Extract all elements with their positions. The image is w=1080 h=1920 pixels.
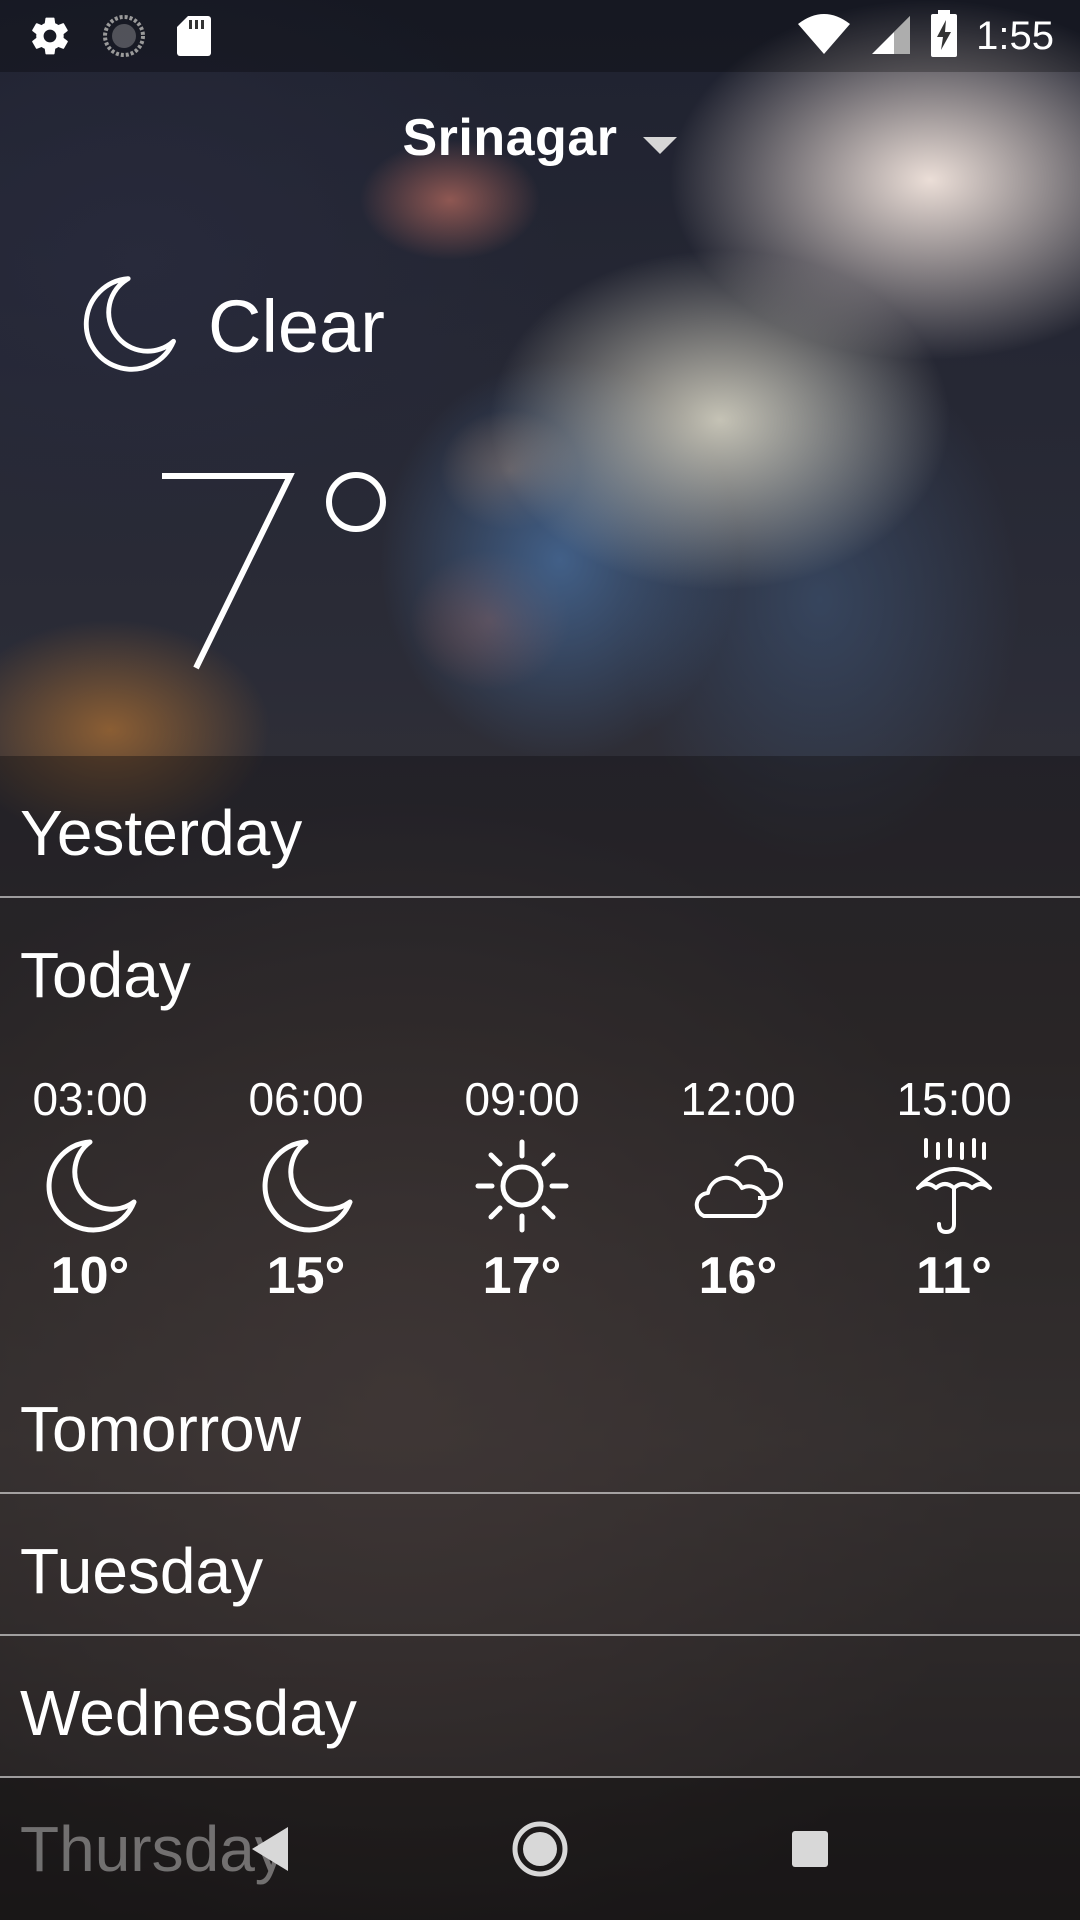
hour-time: 09:00 <box>464 1073 580 1125</box>
home-icon[interactable] <box>460 1778 620 1920</box>
day-label: Wednesday <box>20 1677 357 1749</box>
weather-app-screen: 1:55 Srinagar Clear 7° Yesterday Today <box>0 0 1080 1920</box>
hour-time: 12:00 <box>680 1073 796 1125</box>
navigation-bar <box>0 1778 1080 1920</box>
hourly-forecast-item: 03:00 10° <box>0 1072 180 1306</box>
sync-icon <box>102 14 146 63</box>
hour-temp: 11° <box>916 1247 992 1305</box>
cloudy-icon <box>648 1132 828 1240</box>
current-condition: Clear <box>72 270 385 383</box>
hour-temp: 16° <box>698 1247 778 1305</box>
city-selector[interactable]: Srinagar <box>0 108 1080 168</box>
day-label: Tomorrow <box>20 1393 301 1465</box>
moon-icon <box>72 270 180 383</box>
dropdown-arrow-icon <box>643 108 678 168</box>
hour-time: 06:00 <box>248 1073 364 1125</box>
condition-text: Clear <box>208 285 385 368</box>
hour-time: 15:00 <box>896 1073 1012 1125</box>
day-label: Tuesday <box>20 1535 264 1607</box>
cellular-signal-icon <box>870 12 912 61</box>
hourly-forecast-item: 06:00 15° <box>216 1072 396 1306</box>
recents-icon[interactable] <box>730 1778 890 1920</box>
city-name: Srinagar <box>402 109 618 167</box>
hour-time: 03:00 <box>32 1073 148 1125</box>
day-row-tomorrow[interactable]: Tomorrow <box>0 1352 1080 1494</box>
settings-icon <box>28 14 72 63</box>
hour-temp: 17° <box>482 1247 562 1305</box>
hourly-forecast-item: 15:00 11° <box>864 1072 1044 1306</box>
day-row-wednesday[interactable]: Wednesday <box>0 1636 1080 1778</box>
moon-icon <box>216 1132 396 1240</box>
hourly-forecast-item: 12:00 16° <box>648 1072 828 1306</box>
current-temperature: 7° <box>150 440 410 685</box>
sun-icon <box>432 1132 612 1240</box>
status-time: 1:55 <box>976 14 1054 58</box>
status-bar: 1:55 <box>0 0 1080 72</box>
sd-card-icon <box>176 14 212 63</box>
wifi-icon <box>796 12 852 61</box>
back-icon[interactable] <box>190 1778 350 1920</box>
hour-temp: 10° <box>50 1247 130 1305</box>
day-row-tuesday[interactable]: Tuesday <box>0 1494 1080 1636</box>
rain-umbrella-icon <box>864 1132 1044 1240</box>
day-row-yesterday[interactable]: Yesterday <box>0 756 1080 898</box>
day-label: Today <box>20 939 191 1011</box>
hourly-forecast-item: 09:00 17° <box>432 1072 612 1306</box>
moon-icon <box>0 1132 180 1240</box>
day-label: Yesterday <box>20 797 303 869</box>
hour-temp: 15° <box>266 1247 346 1305</box>
battery-charging-icon <box>930 10 958 63</box>
